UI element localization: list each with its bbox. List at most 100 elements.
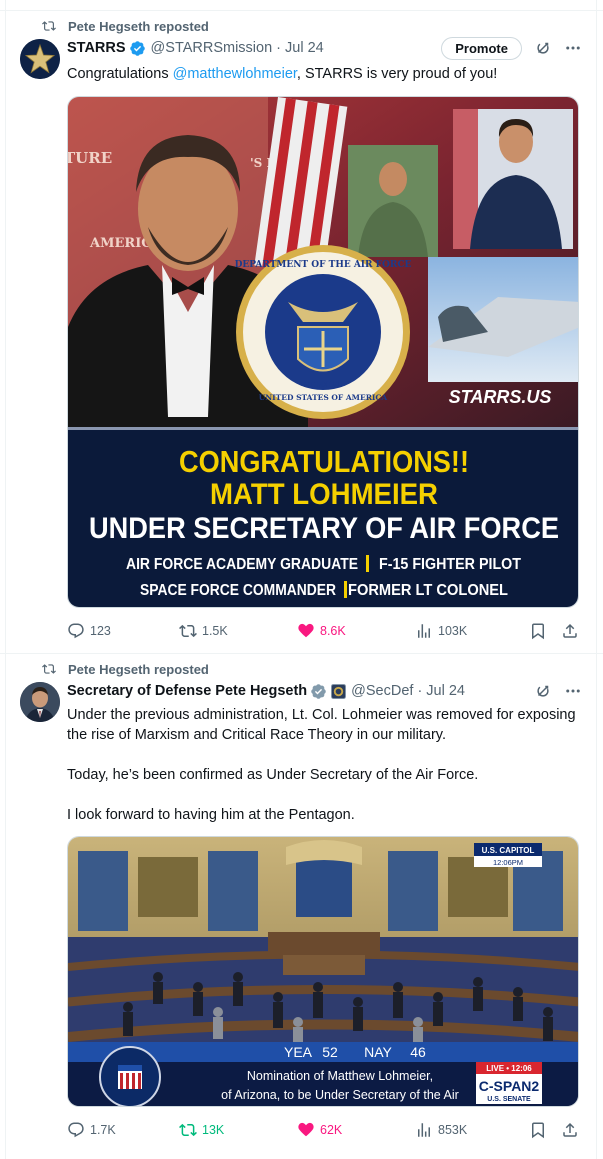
bookmark-icon[interactable]: [529, 622, 547, 640]
repost-button[interactable]: 1.5K: [179, 622, 228, 640]
vote-nay-label: NAY: [364, 1044, 392, 1060]
credential-2a: SPACE FORCE COMMANDER: [140, 582, 336, 599]
network-logo: C-SPAN2: [479, 1078, 540, 1094]
like-button[interactable]: 62K: [297, 1121, 342, 1139]
credential-1a: AIR FORCE ACADEMY GRADUATE: [126, 556, 358, 573]
tweet-text-prefix: Congratulations: [67, 66, 173, 82]
headline-title: UNDER SECRETARY OF AIR FORCE: [89, 512, 559, 545]
starrs-brand: STARRS.US: [449, 387, 552, 407]
repost-count: 1.5K: [202, 624, 228, 638]
gray-verified-badge-icon: [311, 683, 326, 699]
reply-count: 1.7K: [90, 1123, 116, 1137]
reply-button[interactable]: 123: [67, 622, 111, 640]
reply-button[interactable]: 1.7K: [67, 1121, 116, 1139]
timestamp[interactable]: Jul 24: [285, 40, 324, 56]
tweet-image[interactable]: TURE AMERIC 'S FUT: [67, 96, 579, 608]
share-icon[interactable]: [561, 622, 579, 640]
tweet-paragraph: Under the previous administration, Lt. C…: [67, 707, 576, 743]
headline-congrats: CONGRATULATIONS!!: [179, 444, 469, 479]
tweet-text-suffix: , STARRS is very proud of you!: [296, 66, 498, 82]
repost-icon: [179, 1123, 197, 1137]
tweet-text: Under the previous administration, Lt. C…: [67, 705, 582, 825]
tweet-starrs[interactable]: Pete Hegseth reposted STARRS @STARRSmiss…: [6, 10, 596, 653]
heart-icon: [298, 623, 314, 638]
bg-sign-left: TURE: [68, 149, 112, 167]
vote-yea-count: 52: [322, 1044, 338, 1060]
verified-badge-icon: [129, 40, 145, 56]
tweet-actions: 1.7K 13K 62K 853K: [67, 1120, 579, 1140]
header-actions: Promote: [441, 36, 582, 60]
views-icon: [418, 624, 430, 638]
views-button[interactable]: 853K: [415, 1121, 467, 1139]
bg-sign-mid: AMERIC: [89, 236, 152, 251]
more-options-icon[interactable]: [564, 39, 582, 57]
bookmark-icon[interactable]: [529, 1121, 547, 1139]
repost-label: Pete Hegseth reposted: [68, 18, 209, 34]
promote-button[interactable]: Promote: [441, 36, 522, 60]
senate-floor-frame: U.S. CAPITOL 12:06PM YEA 52 NAY 46 Nomin…: [68, 837, 578, 1106]
seal-ring-text: DEPARTMENT OF THE AIR FORCE: [235, 260, 412, 270]
live-badge: LIVE • 12:06: [486, 1064, 532, 1073]
capitol-label: U.S. CAPITOL: [482, 846, 535, 855]
network-sub: U.S. SENATE: [487, 1096, 531, 1103]
repost-icon: [42, 21, 56, 31]
caption-line-2: of Arizona, to be Under Secretary of the…: [221, 1088, 459, 1102]
author-handle[interactable]: @SecDef: [351, 683, 413, 699]
more-options-icon[interactable]: [564, 682, 582, 700]
repost-indicator: Pete Hegseth reposted: [42, 18, 209, 34]
share-icon[interactable]: [561, 1121, 579, 1139]
tweet-text: Congratulations @matthewlohmeier, STARRS…: [67, 64, 582, 84]
mention-link[interactable]: @matthewlohmeier: [173, 66, 297, 82]
tweet-header: Secretary of Defense Pete Hegseth @SecDe…: [67, 681, 582, 701]
grok-icon[interactable]: [534, 39, 552, 57]
views-button[interactable]: 103K: [415, 622, 467, 640]
timeline-right-border: [596, 0, 597, 1159]
separator-dot: ·: [417, 683, 423, 699]
like-count: 62K: [320, 1123, 343, 1137]
tweet-header: STARRS @STARRSmission · Jul 24 Promote: [67, 36, 582, 60]
repost-indicator: Pete Hegseth reposted: [42, 661, 209, 677]
tweet-paragraph: I look forward to having him at the Pent…: [67, 807, 355, 823]
author-name[interactable]: Secretary of Defense Pete Hegseth: [67, 683, 307, 699]
air-force-seal-icon: DEPARTMENT OF THE AIR FORCE UNITED STATE…: [235, 245, 412, 419]
tweet-video[interactable]: U.S. CAPITOL 12:06PM YEA 52 NAY 46 Nomin…: [67, 836, 579, 1107]
vote-yea-label: YEA: [284, 1044, 313, 1060]
views-icon: [418, 1123, 430, 1137]
like-count: 8.6K: [320, 624, 346, 638]
repost-button[interactable]: 13K: [179, 1121, 224, 1139]
separator-dot: ·: [276, 40, 281, 56]
heart-icon: [298, 1122, 314, 1137]
repost-icon: [42, 664, 56, 674]
credential-1b: F-15 FIGHTER PILOT: [379, 556, 521, 573]
reply-count: 123: [90, 624, 111, 638]
author-handle[interactable]: @STARRSmission: [151, 40, 273, 56]
seal-year: MCMXLVII: [303, 381, 342, 389]
grok-icon[interactable]: [534, 682, 552, 700]
like-button[interactable]: 8.6K: [297, 622, 346, 640]
views-count: 853K: [438, 1123, 468, 1137]
timestamp[interactable]: Jul 24: [426, 683, 465, 699]
repost-count: 13K: [202, 1123, 225, 1137]
affiliate-badge-icon: [331, 683, 347, 699]
caption-line-1: Nomination of Matthew Lohmeier,: [247, 1069, 433, 1083]
congrats-graphic: TURE AMERIC 'S FUT: [68, 97, 578, 607]
reply-icon: [68, 1122, 84, 1138]
tweet-secdef[interactable]: Pete Hegseth reposted Secretary of Defen…: [6, 654, 596, 1159]
author-name[interactable]: STARRS: [67, 40, 126, 56]
star-logo-icon: [20, 39, 60, 79]
capitol-clock: 12:06PM: [493, 858, 523, 867]
header-actions: [534, 679, 582, 703]
tweet-actions: 123 1.5K 8.6K 103K: [67, 621, 579, 641]
repost-label: Pete Hegseth reposted: [68, 661, 209, 677]
views-count: 103K: [438, 624, 468, 638]
repost-icon: [179, 624, 197, 638]
profile-photo-icon: [20, 682, 60, 722]
avatar[interactable]: [20, 682, 60, 722]
credential-2b: FORMER LT COLONEL: [348, 582, 508, 599]
reply-icon: [68, 623, 84, 639]
tweet-paragraph: Today, he’s been confirmed as Under Secr…: [67, 767, 479, 783]
senate-seal-icon: [99, 1046, 161, 1106]
seal-bottom-text: UNITED STATES OF AMERICA: [259, 393, 388, 402]
avatar[interactable]: [20, 39, 60, 79]
vote-nay-count: 46: [410, 1044, 426, 1060]
